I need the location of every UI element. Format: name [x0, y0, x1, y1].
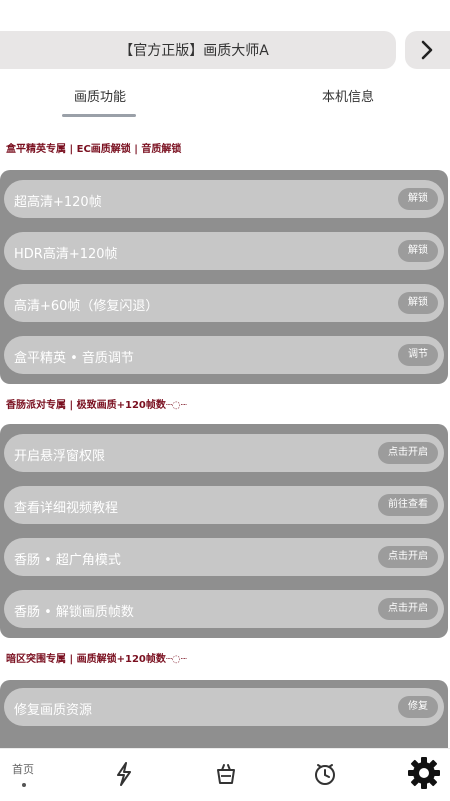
- active-tab-indicator: [62, 114, 136, 117]
- enable-button[interactable]: 点击开启: [378, 442, 438, 464]
- repair-button[interactable]: 修复: [398, 696, 438, 718]
- list-item: 高清+60帧（修复闪退） 解锁: [4, 284, 444, 322]
- item-label: 修复画质资源: [14, 703, 93, 718]
- item-label: 高清+60帧（修复闪退）: [14, 299, 159, 314]
- view-button[interactable]: 前往查看: [378, 494, 438, 516]
- basket-icon[interactable]: [214, 761, 238, 787]
- list-item: 香肠 • 超广角模式 点击开启: [4, 538, 444, 576]
- tab-quality-functions[interactable]: 画质功能: [74, 86, 126, 105]
- bottom-nav: 首页: [0, 748, 450, 801]
- tab-device-info[interactable]: 本机信息: [322, 86, 374, 105]
- item-label: 香肠 • 超广角模式: [14, 553, 121, 568]
- gear-icon[interactable]: [406, 755, 442, 791]
- item-label: 查看详细视频教程: [14, 501, 119, 516]
- list-item: 查看详细视频教程 前往查看: [4, 486, 444, 524]
- next-button[interactable]: [405, 31, 450, 69]
- clock-icon[interactable]: [312, 761, 338, 787]
- chevron-right-icon: [421, 40, 433, 60]
- list-item: HDR高清+120帧 解锁: [4, 232, 444, 270]
- adjust-button[interactable]: 调节: [398, 344, 438, 366]
- item-label: HDR高清+120帧: [14, 247, 118, 262]
- enable-button[interactable]: 点击开启: [378, 598, 438, 620]
- tab-bar: 画质功能 本机信息: [0, 86, 450, 120]
- item-label: 香肠 • 解锁画质帧数: [14, 605, 134, 620]
- list-item: 盒平精英 • 音质调节 调节: [4, 336, 444, 374]
- app-title-bar: 【官方正版】画质大师A: [0, 31, 396, 69]
- list-item: 超高清+120帧 解锁: [4, 180, 444, 218]
- item-label: 超高清+120帧: [14, 195, 102, 210]
- section-title-arena: 暗区突围专属 | 画质解锁+120帧数┈◌┈: [6, 654, 187, 665]
- list-item: 开启悬浮窗权限 点击开启: [4, 434, 444, 472]
- unlock-button[interactable]: 解锁: [398, 240, 438, 262]
- section-group-pubg: 超高清+120帧 解锁 HDR高清+120帧 解锁 高清+60帧（修复闪退） 解…: [0, 170, 448, 384]
- section-title-sausage: 香肠派对专属 | 极致画质+120帧数┈◌┈: [6, 400, 187, 411]
- list-item: 香肠 • 解锁画质帧数 点击开启: [4, 590, 444, 628]
- section-title-pubg: 盒平精英专属 | EC画质解锁 | 音质解锁: [6, 144, 182, 155]
- section-group-sausage: 开启悬浮窗权限 点击开启 查看详细视频教程 前往查看 香肠 • 超广角模式 点击…: [0, 424, 448, 638]
- nav-home[interactable]: 首页: [12, 761, 34, 777]
- item-label: 开启悬浮窗权限: [14, 449, 106, 464]
- item-label: 盒平精英 • 音质调节: [14, 351, 134, 366]
- active-indicator: [22, 783, 26, 787]
- unlock-button[interactable]: 解锁: [398, 292, 438, 314]
- list-item: 修复画质资源 修复: [4, 688, 444, 726]
- page-title: 【官方正版】画质大师A: [119, 43, 269, 59]
- enable-button[interactable]: 点击开启: [378, 546, 438, 568]
- lightning-icon[interactable]: [113, 761, 135, 787]
- unlock-button[interactable]: 解锁: [398, 188, 438, 210]
